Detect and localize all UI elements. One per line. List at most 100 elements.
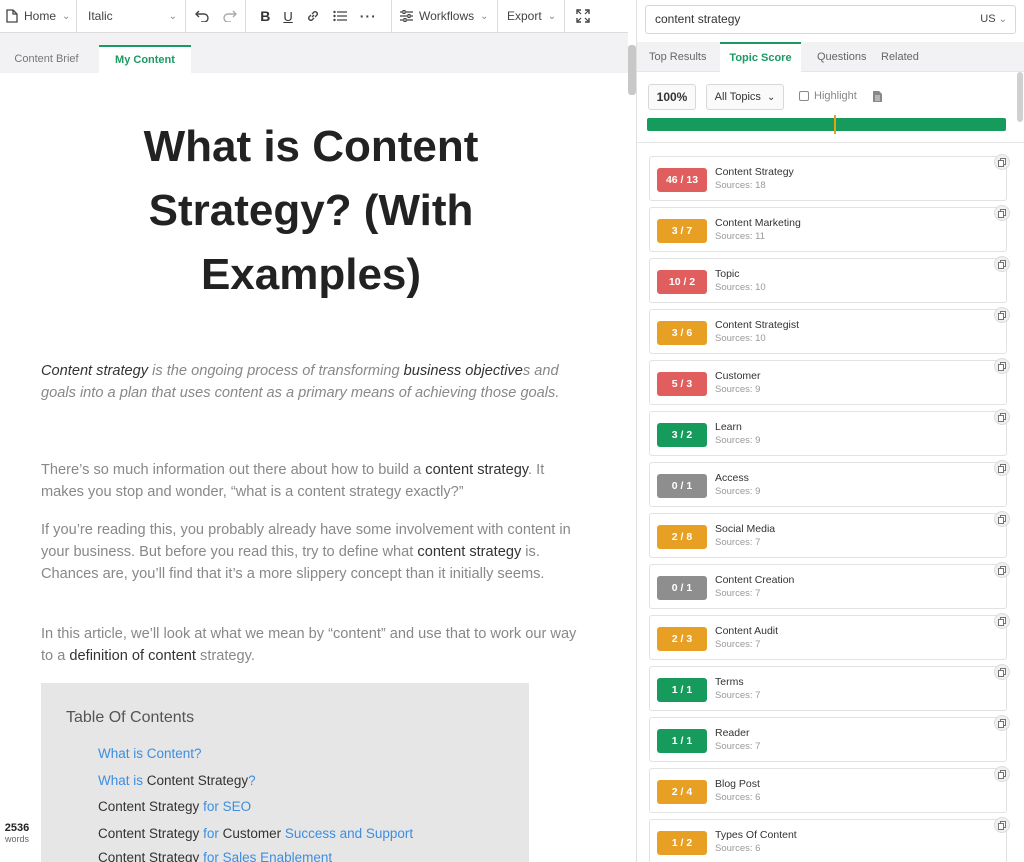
- body-paragraph[interactable]: In this article, we’ll look at what we m…: [41, 623, 586, 667]
- editor-scrollbar[interactable]: [628, 45, 636, 95]
- copy-icon[interactable]: [994, 715, 1010, 731]
- home-dropdown[interactable]: Home ⌄: [0, 0, 77, 33]
- keyword: Content strategy: [41, 363, 149, 379]
- topic-card[interactable]: 2 / 8 Social Media Sources: 7: [649, 511, 1010, 558]
- more-options-icon[interactable]: ···: [360, 8, 377, 24]
- report-icon[interactable]: [873, 89, 882, 107]
- text-run: There’s so much information out there ab…: [41, 462, 426, 478]
- toc-link[interactable]: Content Strategy for Customer Success an…: [98, 826, 413, 841]
- bulleted-list-icon[interactable]: [333, 10, 347, 22]
- document-title[interactable]: What is Content Strategy? (With Examples…: [60, 115, 562, 307]
- keyword: Content Strategy: [98, 799, 200, 814]
- content-score: 100%: [648, 84, 696, 110]
- score-target-marker: [833, 115, 836, 134]
- topic-card[interactable]: 1 / 1 Reader Sources: 7: [649, 715, 1010, 762]
- export-dropdown[interactable]: Export ⌄: [498, 0, 565, 33]
- tab-top-results[interactable]: Top Results: [649, 42, 706, 72]
- topic-sources: Sources: 6: [715, 792, 761, 803]
- topic-score-badge: 3 / 6: [657, 321, 707, 345]
- text-run: is the ongoing process of transforming: [148, 363, 404, 379]
- toc-link-text: for: [199, 826, 223, 841]
- topic-name: Types Of Content: [715, 829, 797, 841]
- toc-link[interactable]: What is Content Strategy?: [98, 773, 256, 788]
- topic-score-badge: 5 / 3: [657, 372, 707, 396]
- keyword: Content Strategy: [146, 773, 249, 788]
- topic-sources: Sources: 7: [715, 537, 761, 548]
- copy-icon[interactable]: [994, 562, 1010, 578]
- body-paragraph[interactable]: If you’re reading this, you probably alr…: [41, 519, 586, 585]
- tab-related[interactable]: Related: [881, 42, 919, 72]
- copy-icon[interactable]: [994, 154, 1010, 170]
- copy-icon[interactable]: [994, 613, 1010, 629]
- topic-card[interactable]: 0 / 1 Content Creation Sources: 7: [649, 562, 1010, 609]
- panel-scrollbar[interactable]: [1017, 72, 1023, 122]
- country-select[interactable]: US ⌄: [980, 13, 1007, 25]
- toc-link-text: for SEO: [199, 799, 252, 814]
- export-label: Export: [507, 9, 542, 23]
- copy-icon[interactable]: [994, 817, 1010, 833]
- text-style-dropdown[interactable]: Italic ⌄: [77, 0, 186, 33]
- highlight-toggle[interactable]: Highlight: [799, 90, 857, 102]
- chevron-down-icon: ⌄: [62, 10, 71, 22]
- copy-icon[interactable]: [994, 358, 1010, 374]
- tab-questions[interactable]: Questions: [817, 42, 867, 72]
- topic-card[interactable]: 3 / 7 Content Marketing Sources: 11: [649, 205, 1010, 252]
- copy-icon[interactable]: [994, 256, 1010, 272]
- topic-score-badge: 10 / 2: [657, 270, 707, 294]
- topic-name: Access: [715, 472, 749, 484]
- topic-card[interactable]: 46 / 13 Content Strategy Sources: 18: [649, 154, 1010, 201]
- tab-content-brief[interactable]: Content Brief: [0, 45, 93, 73]
- toc-link[interactable]: What is Content?: [98, 746, 202, 761]
- editor-pane: Home ⌄ Italic ⌄ B U ··· Workflows ⌄ Expo…: [0, 0, 628, 862]
- topic-score-badge: 0 / 1: [657, 474, 707, 498]
- link-icon[interactable]: [306, 9, 320, 23]
- body-paragraph[interactable]: There’s so much information out there ab…: [41, 459, 586, 503]
- highlight-checkbox[interactable]: [799, 91, 809, 101]
- copy-icon[interactable]: [994, 205, 1010, 221]
- topic-score-badge: 2 / 3: [657, 627, 707, 651]
- undo-icon[interactable]: [194, 10, 209, 22]
- topics-filter[interactable]: All Topics ⌄: [706, 84, 784, 110]
- format-group: B U ···: [246, 0, 392, 33]
- topic-card[interactable]: 0 / 1 Access Sources: 9: [649, 460, 1010, 507]
- topic-card[interactable]: 5 / 3 Customer Sources: 9: [649, 358, 1010, 405]
- copy-icon[interactable]: [994, 307, 1010, 323]
- copy-icon[interactable]: [994, 664, 1010, 680]
- tab-my-content[interactable]: My Content: [99, 45, 191, 73]
- topic-name: Learn: [715, 421, 742, 433]
- topic-name: Topic: [715, 268, 740, 280]
- topic-card[interactable]: 3 / 6 Content Strategist Sources: 10: [649, 307, 1010, 354]
- underline-icon[interactable]: U: [283, 9, 292, 24]
- word-count: 2536 words: [0, 822, 34, 844]
- workflows-dropdown[interactable]: Workflows ⌄: [392, 0, 498, 33]
- topic-card[interactable]: 1 / 2 Types Of Content Sources: 6: [649, 817, 1010, 862]
- topic-sources: Sources: 18: [715, 180, 766, 191]
- highlight-label: Highlight: [814, 90, 857, 102]
- topic-card[interactable]: 2 / 3 Content Audit Sources: 7: [649, 613, 1010, 660]
- copy-icon[interactable]: [994, 511, 1010, 527]
- keyword-search: US ⌄: [645, 5, 1016, 34]
- toc-link-text: Success and Support: [281, 826, 414, 841]
- intro-paragraph[interactable]: Content strategy is the ongoing process …: [41, 360, 586, 404]
- copy-icon[interactable]: [994, 409, 1010, 425]
- fullscreen-button[interactable]: [565, 0, 601, 33]
- topic-card[interactable]: 2 / 4 Blog Post Sources: 6: [649, 766, 1010, 813]
- toc-link[interactable]: Content Strategy for Sales Enablement: [98, 850, 332, 862]
- topic-card[interactable]: 1 / 1 Terms Sources: 7: [649, 664, 1010, 711]
- toc-link-text: ?: [248, 773, 256, 788]
- toc-link[interactable]: Content Strategy for SEO: [98, 799, 251, 814]
- workflows-label: Workflows: [419, 9, 475, 23]
- topic-card[interactable]: 10 / 2 Topic Sources: 10: [649, 256, 1010, 303]
- topic-name: Content Strategist: [715, 319, 800, 331]
- bold-icon[interactable]: B: [260, 8, 270, 24]
- keyword-input[interactable]: [655, 12, 955, 26]
- expand-icon: [576, 9, 590, 23]
- text-style-label: Italic: [88, 9, 113, 23]
- topic-sources: Sources: 6: [715, 843, 761, 854]
- copy-icon[interactable]: [994, 766, 1010, 782]
- copy-icon[interactable]: [994, 460, 1010, 476]
- text-run: strategy.: [195, 648, 255, 664]
- redo-icon[interactable]: [222, 10, 237, 22]
- tab-topic-score[interactable]: Topic Score: [720, 42, 801, 72]
- topic-card[interactable]: 3 / 2 Learn Sources: 9: [649, 409, 1010, 456]
